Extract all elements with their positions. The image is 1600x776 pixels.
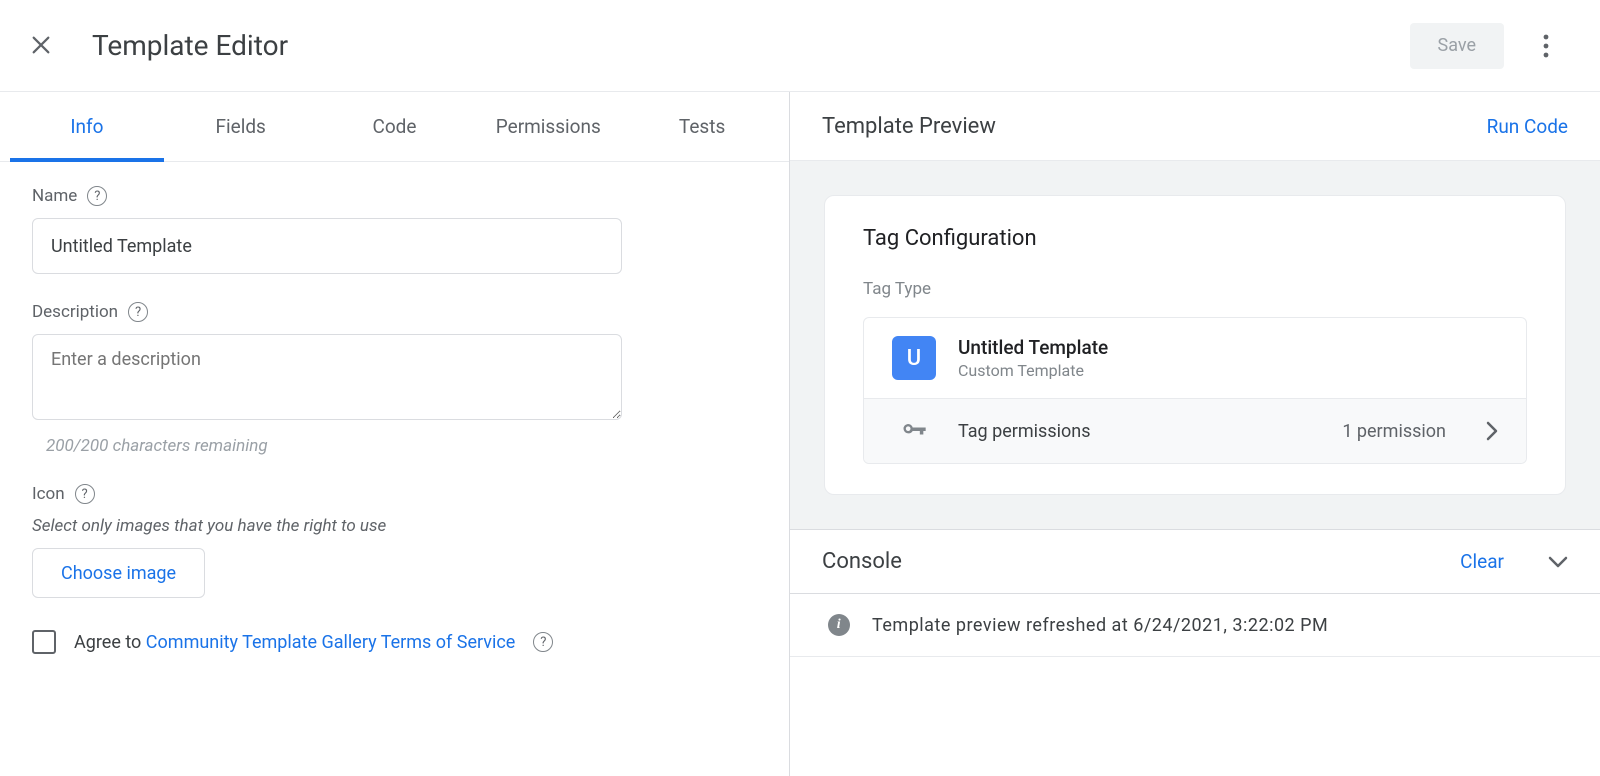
- icon-label: Icon ?: [32, 484, 757, 504]
- console-header: Console Clear: [790, 530, 1600, 594]
- close-icon[interactable]: [30, 34, 54, 58]
- tag-config-card: Tag Configuration Tag Type U Untitled Te…: [824, 195, 1566, 495]
- info-icon: i: [828, 614, 850, 636]
- preview-title: Template Preview: [822, 114, 996, 139]
- run-code-button[interactable]: Run Code: [1487, 115, 1568, 138]
- main-split: Info Fields Code Permissions Tests Name …: [0, 92, 1600, 776]
- console-message: Template preview refreshed at 6/24/2021,…: [872, 615, 1328, 636]
- choose-image-button[interactable]: Choose image: [32, 548, 205, 598]
- help-icon[interactable]: ?: [533, 632, 553, 652]
- tag-permissions-row[interactable]: Tag permissions 1 permission: [864, 398, 1526, 463]
- tab-tests[interactable]: Tests: [625, 92, 779, 161]
- tab-code[interactable]: Code: [318, 92, 472, 161]
- tag-subtype: Custom Template: [958, 361, 1108, 380]
- console-body: i Template preview refreshed at 6/24/202…: [790, 594, 1600, 657]
- topbar: Template Editor Save: [0, 0, 1600, 92]
- right-panel: Template Preview Run Code Tag Configurat…: [790, 92, 1600, 776]
- preview-header: Template Preview Run Code: [790, 92, 1600, 160]
- permissions-count: 1 permission: [1342, 421, 1446, 442]
- name-input[interactable]: [32, 218, 622, 274]
- help-icon[interactable]: ?: [75, 484, 95, 504]
- description-label-text: Description: [32, 302, 118, 322]
- tab-fields[interactable]: Fields: [164, 92, 318, 161]
- tag-logo: U: [892, 336, 936, 380]
- preview-body: Tag Configuration Tag Type U Untitled Te…: [790, 160, 1600, 530]
- form-body: Name ? Description ? 200/200 characters …: [0, 162, 789, 678]
- help-icon[interactable]: ?: [128, 302, 148, 322]
- page-title: Template Editor: [92, 29, 1410, 62]
- icon-help-text: Select only images that you have the rig…: [32, 516, 757, 536]
- console-title: Console: [822, 549, 1440, 574]
- save-button[interactable]: Save: [1410, 23, 1505, 69]
- tag-name: Untitled Template: [958, 336, 1108, 359]
- chevron-right-icon: [1486, 421, 1498, 441]
- name-label-text: Name: [32, 186, 77, 206]
- key-icon: [892, 417, 936, 445]
- name-label: Name ?: [32, 186, 757, 206]
- tab-info[interactable]: Info: [10, 92, 164, 161]
- overflow-menu-icon[interactable]: [1522, 22, 1570, 70]
- description-input[interactable]: [32, 334, 622, 420]
- tos-row: Agree to Community Template Gallery Term…: [32, 630, 757, 654]
- tab-permissions[interactable]: Permissions: [471, 92, 625, 161]
- tag-row: U Untitled Template Custom Template: [864, 318, 1526, 398]
- permissions-label: Tag permissions: [958, 421, 1320, 442]
- help-icon[interactable]: ?: [87, 186, 107, 206]
- tos-agree-text: Agree to: [74, 632, 141, 653]
- chevron-down-icon[interactable]: [1548, 556, 1568, 568]
- icon-label-text: Icon: [32, 484, 65, 504]
- tos-link[interactable]: Community Template Gallery Terms of Serv…: [146, 632, 516, 653]
- tag-type-label: Tag Type: [863, 279, 1527, 299]
- description-label: Description ?: [32, 302, 757, 322]
- tab-bar: Info Fields Code Permissions Tests: [0, 92, 789, 162]
- clear-button[interactable]: Clear: [1460, 550, 1504, 573]
- card-title: Tag Configuration: [863, 226, 1527, 251]
- tag-box: U Untitled Template Custom Template Tag …: [863, 317, 1527, 464]
- left-panel: Info Fields Code Permissions Tests Name …: [0, 92, 790, 776]
- char-remaining: 200/200 characters remaining: [46, 436, 757, 456]
- tos-checkbox[interactable]: [32, 630, 56, 654]
